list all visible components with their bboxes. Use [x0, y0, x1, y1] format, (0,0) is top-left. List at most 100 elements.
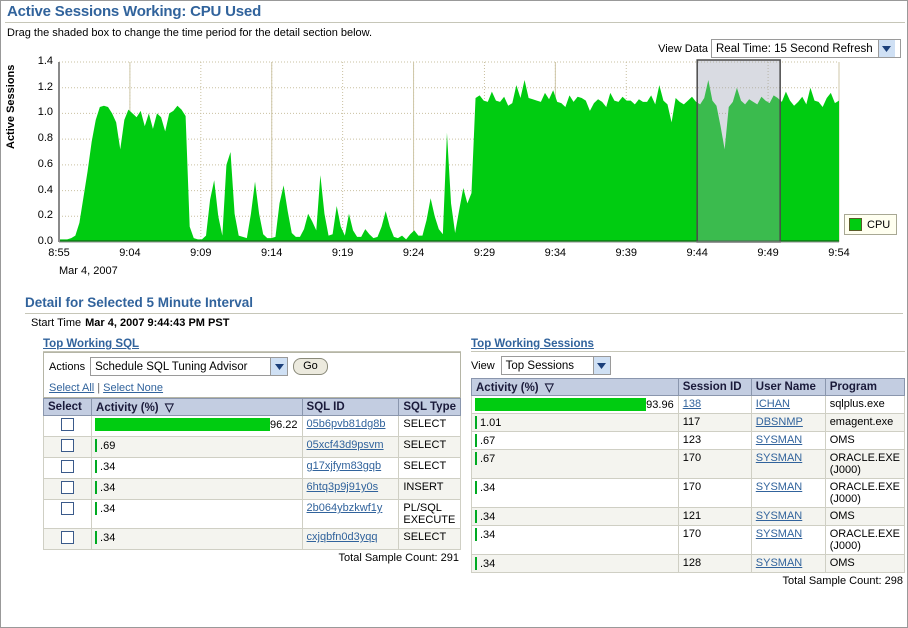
- session-id-link[interactable]: 138: [683, 398, 701, 410]
- user-name-link[interactable]: SYSMAN: [756, 481, 802, 493]
- view-data-select[interactable]: Real Time: 15 Second Refresh: [711, 39, 901, 58]
- chart-x-tick: 9:34: [544, 247, 567, 259]
- user-name-cell[interactable]: SYSMAN: [750, 478, 826, 508]
- select-cell[interactable]: [42, 528, 93, 550]
- table-row[interactable]: 96.22 05b6pvb81dg8b SELECT: [42, 415, 461, 437]
- activity-bar: [475, 416, 477, 429]
- select-all-link[interactable]: Select All: [49, 382, 94, 394]
- select-cell[interactable]: [42, 415, 93, 437]
- session-id-cell: 123: [677, 431, 752, 450]
- user-name-cell[interactable]: SYSMAN: [750, 449, 826, 479]
- chart-svg[interactable]: [58, 59, 840, 247]
- sql-id-link[interactable]: 05b6pvb81dg8b: [307, 418, 386, 430]
- user-name-link[interactable]: ICHAN: [756, 398, 790, 410]
- table-row[interactable]: .34 170 SYSMAN ORACLE.EXE (J000): [471, 525, 906, 555]
- user-name-link[interactable]: DBSNMP: [756, 416, 803, 428]
- select-none-link[interactable]: Select None: [103, 382, 163, 394]
- col-session-activity[interactable]: Activity (%) ▽: [471, 378, 679, 396]
- select-cell[interactable]: [42, 457, 93, 479]
- table-row[interactable]: .67 170 SYSMAN ORACLE.EXE (J000): [471, 449, 906, 479]
- col-sql-type[interactable]: SQL Type: [398, 398, 461, 416]
- select-cell[interactable]: [42, 499, 93, 529]
- user-name-cell[interactable]: SYSMAN: [750, 507, 826, 526]
- table-row[interactable]: .34 g17xjfym83gqb SELECT: [42, 457, 461, 479]
- user-name-link[interactable]: SYSMAN: [756, 434, 802, 446]
- col-user-name[interactable]: User Name: [750, 378, 826, 396]
- user-name-cell[interactable]: ICHAN: [750, 395, 826, 414]
- session-id-cell: 117: [677, 413, 752, 432]
- user-name-link[interactable]: SYSMAN: [756, 452, 802, 464]
- chevron-down-icon[interactable]: [877, 40, 895, 57]
- top-sql-select-links: Select All | Select None: [43, 380, 461, 398]
- table-row[interactable]: .34 cxjqbfn0d3yqq SELECT: [42, 528, 461, 550]
- activity-value: 93.96: [646, 398, 674, 411]
- row-checkbox[interactable]: [61, 439, 74, 452]
- activity-cell: .34: [91, 457, 303, 479]
- table-row[interactable]: 1.01 117 DBSNMP emagent.exe: [471, 413, 906, 432]
- go-button[interactable]: Go: [293, 358, 328, 375]
- program-cell: ORACLE.EXE (J000): [824, 449, 906, 479]
- table-row[interactable]: .34 6htq3p9j91y0s INSERT: [42, 478, 461, 500]
- table-row[interactable]: .34 128 SYSMAN OMS: [471, 554, 906, 573]
- user-name-cell[interactable]: DBSNMP: [750, 413, 826, 432]
- activity-chart[interactable]: Active Sessions 0.0 0.2 0.4 0.6 0.8 1.0 1.2 1.4…: [1, 55, 907, 287]
- sql-id-cell[interactable]: cxjqbfn0d3yqq: [301, 528, 400, 550]
- select-cell[interactable]: [42, 478, 93, 500]
- sql-id-link[interactable]: 2b064ybzkwf1y: [307, 502, 383, 514]
- chart-plot-area[interactable]: [58, 59, 840, 243]
- view-select[interactable]: Top Sessions: [500, 356, 611, 375]
- session-id-cell: 170: [677, 449, 752, 479]
- page-title: Active Sessions Working: CPU Used: [7, 3, 262, 20]
- sql-id-cell[interactable]: 05xcf43d9psvm: [301, 436, 400, 458]
- user-name-cell[interactable]: SYSMAN: [750, 525, 826, 555]
- sql-id-link[interactable]: g17xjfym83gqb: [307, 460, 382, 472]
- chart-y-tick: 0.4: [37, 183, 53, 196]
- user-name-cell[interactable]: SYSMAN: [750, 554, 826, 573]
- select-cell[interactable]: [42, 436, 93, 458]
- table-row[interactable]: .34 170 SYSMAN ORACLE.EXE (J000): [471, 478, 906, 508]
- activity-cell: .34: [471, 507, 679, 526]
- sql-id-link[interactable]: 05xcf43d9psvm: [307, 439, 384, 451]
- table-row[interactable]: .67 123 SYSMAN OMS: [471, 431, 906, 450]
- user-name-link[interactable]: SYSMAN: [756, 557, 802, 569]
- activity-value: .67: [480, 452, 496, 465]
- col-select[interactable]: Select: [42, 398, 93, 416]
- activity-bar: [95, 418, 271, 431]
- user-name-cell[interactable]: SYSMAN: [750, 431, 826, 450]
- col-program[interactable]: Program: [824, 378, 906, 396]
- sql-id-link[interactable]: cxjqbfn0d3yqq: [307, 531, 378, 543]
- activity-bar: [475, 434, 477, 447]
- sort-desc-icon[interactable]: ▽: [165, 402, 174, 414]
- table-row[interactable]: .69 05xcf43d9psvm SELECT: [42, 436, 461, 458]
- col-activity[interactable]: Activity (%) ▽: [91, 398, 303, 416]
- sql-id-cell[interactable]: 6htq3p9j91y0s: [301, 478, 400, 500]
- row-checkbox[interactable]: [61, 460, 74, 473]
- chart-x-tick: 9:04: [119, 247, 141, 259]
- instruction-text: Drag the shaded box to change the time p…: [7, 27, 373, 39]
- activity-value: 1.01: [480, 416, 502, 429]
- sql-id-cell[interactable]: g17xjfym83gqb: [301, 457, 400, 479]
- view-select-value: Top Sessions: [505, 359, 575, 372]
- row-checkbox[interactable]: [61, 418, 74, 431]
- chart-y-tick: 0.6: [37, 157, 53, 170]
- activity-cell: .34: [91, 499, 303, 529]
- actions-select[interactable]: Schedule SQL Tuning Advisor: [90, 357, 289, 376]
- table-row[interactable]: .34 121 SYSMAN OMS: [471, 507, 906, 526]
- session-id-cell[interactable]: 138: [677, 395, 752, 414]
- row-checkbox[interactable]: [61, 531, 74, 544]
- table-row[interactable]: .34 2b064ybzkwf1y PL/SQL EXECUTE: [42, 499, 461, 529]
- activity-cell: .34: [91, 528, 303, 550]
- chevron-down-icon[interactable]: [270, 358, 288, 375]
- col-sql-id[interactable]: SQL ID: [301, 398, 400, 416]
- table-row[interactable]: 93.96 138 ICHAN sqlplus.exe: [471, 395, 906, 414]
- user-name-link[interactable]: SYSMAN: [756, 528, 802, 540]
- sql-id-link[interactable]: 6htq3p9j91y0s: [307, 481, 379, 493]
- sql-id-cell[interactable]: 2b064ybzkwf1y: [301, 499, 400, 529]
- sort-desc-icon[interactable]: ▽: [545, 382, 554, 394]
- row-checkbox[interactable]: [61, 502, 74, 515]
- col-session-id[interactable]: Session ID: [677, 378, 752, 396]
- sql-id-cell[interactable]: 05b6pvb81dg8b: [301, 415, 400, 437]
- user-name-link[interactable]: SYSMAN: [756, 510, 802, 522]
- row-checkbox[interactable]: [61, 481, 74, 494]
- chevron-down-icon[interactable]: [592, 357, 610, 374]
